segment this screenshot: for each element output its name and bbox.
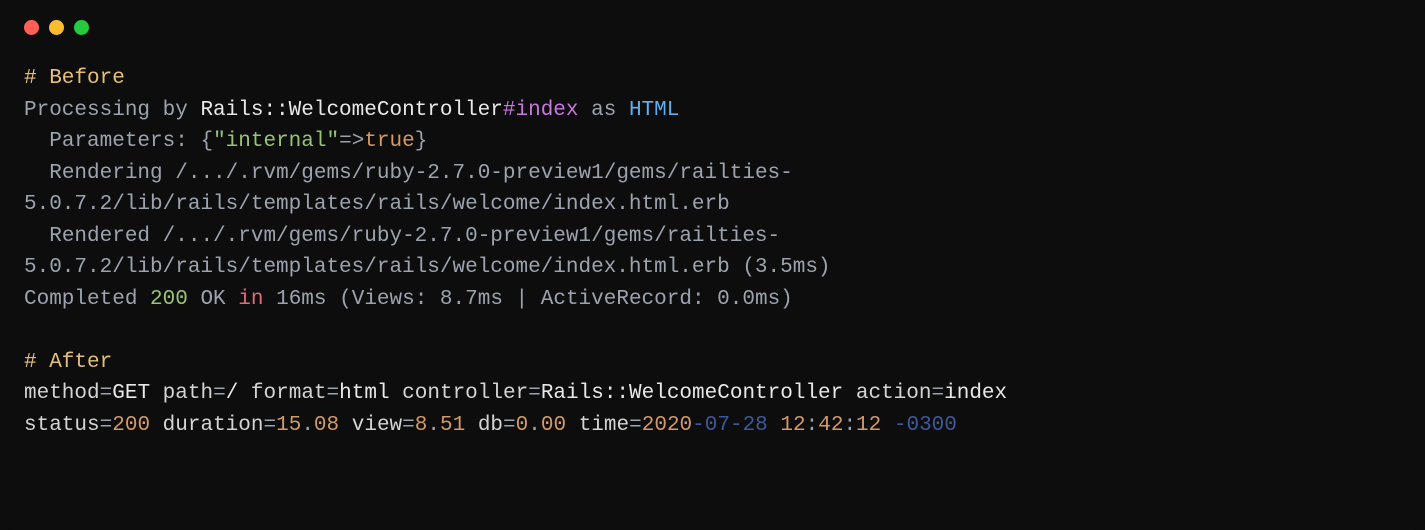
time-hour: 12 (780, 414, 805, 437)
colon: : (843, 414, 856, 437)
dot: . (528, 414, 541, 437)
sp (238, 382, 251, 405)
key-time: time (579, 414, 629, 437)
ok-label: OK (188, 288, 238, 311)
path-segment: 5.0.7.2/lib/rails/templates/rails/welcom… (24, 256, 831, 279)
key-duration: duration (163, 414, 264, 437)
key-status: status (24, 414, 100, 437)
arrow: => (339, 130, 364, 153)
eq: = (213, 382, 226, 405)
key-action: action (856, 382, 932, 405)
value-controller: Rails::WelcomeController (541, 382, 843, 405)
close-icon[interactable] (24, 20, 39, 35)
duration-text: 16ms (263, 288, 339, 311)
eq: = (327, 382, 340, 405)
terminal-window: # Before Processing by Rails::WelcomeCon… (0, 0, 1425, 530)
brace-open: { (200, 130, 213, 153)
rendered-label: Rendered (49, 225, 162, 248)
eq: = (100, 382, 113, 405)
completed-label: Completed (24, 288, 150, 311)
value-format: html (339, 382, 389, 405)
brace-close: } (415, 130, 428, 153)
value-method: GET (112, 382, 150, 405)
eq: = (402, 414, 415, 437)
status-code: 200 (150, 288, 188, 311)
log-line: Processing by (24, 99, 200, 122)
param-key: "internal" (213, 130, 339, 153)
eq: = (528, 382, 541, 405)
indent (24, 162, 49, 185)
value-view-int: 8 (415, 414, 428, 437)
maximize-icon[interactable] (74, 20, 89, 35)
indent (24, 130, 49, 153)
comment-after: # After (24, 351, 112, 374)
in-keyword: in (238, 288, 263, 311)
key-path: path (163, 382, 213, 405)
colon: : (806, 414, 819, 437)
format-value: HTML (629, 99, 679, 122)
sp (881, 414, 894, 437)
eq: = (629, 414, 642, 437)
param-value: true (364, 130, 414, 153)
timing-details: (Views: 8.7ms | ActiveRecord: 0.0ms) (339, 288, 793, 311)
path-segment: /.../.rvm/gems/ruby-2.7.0-preview1/gems/… (175, 162, 793, 185)
blank-line (24, 315, 1401, 347)
time-minute: 42 (818, 414, 843, 437)
value-path: / (226, 382, 239, 405)
value-action: index (944, 382, 1007, 405)
timezone: -0300 (894, 414, 957, 437)
as-label: as (579, 99, 629, 122)
value-duration-int: 15 (276, 414, 301, 437)
sp (150, 414, 163, 437)
value-status: 200 (112, 414, 150, 437)
indent (24, 225, 49, 248)
value-view-frac: 51 (440, 414, 465, 437)
eq: = (503, 414, 516, 437)
eq: = (932, 382, 945, 405)
sp (339, 414, 352, 437)
value-db-frac: 00 (541, 414, 566, 437)
sp (843, 382, 856, 405)
eq: = (100, 414, 113, 437)
action-name: index (516, 99, 579, 122)
hash: # (503, 99, 516, 122)
sp (150, 382, 163, 405)
sp (465, 414, 478, 437)
dot: . (301, 414, 314, 437)
key-controller: controller (402, 382, 528, 405)
key-view: view (352, 414, 402, 437)
controller-name: Rails::WelcomeController (200, 99, 502, 122)
key-method: method (24, 382, 100, 405)
key-db: db (478, 414, 503, 437)
time-month-day: -07-28 (692, 414, 768, 437)
time-year: 2020 (642, 414, 692, 437)
sp (390, 382, 403, 405)
minimize-icon[interactable] (49, 20, 64, 35)
eq: = (263, 414, 276, 437)
terminal-output: # Before Processing by Rails::WelcomeCon… (24, 63, 1401, 441)
path-segment: 5.0.7.2/lib/rails/templates/rails/welcom… (24, 193, 730, 216)
value-db-int: 0 (516, 414, 529, 437)
sp (566, 414, 579, 437)
path-segment: /.../.rvm/gems/ruby-2.7.0-preview1/gems/… (163, 225, 781, 248)
comment-before: # Before (24, 67, 125, 90)
window-controls (24, 20, 1401, 35)
time-second: 12 (856, 414, 881, 437)
rendering-label: Rendering (49, 162, 175, 185)
key-format: format (251, 382, 327, 405)
parameters-label: Parameters: (49, 130, 200, 153)
value-duration-frac: 08 (314, 414, 339, 437)
dot: . (427, 414, 440, 437)
sp (768, 414, 781, 437)
